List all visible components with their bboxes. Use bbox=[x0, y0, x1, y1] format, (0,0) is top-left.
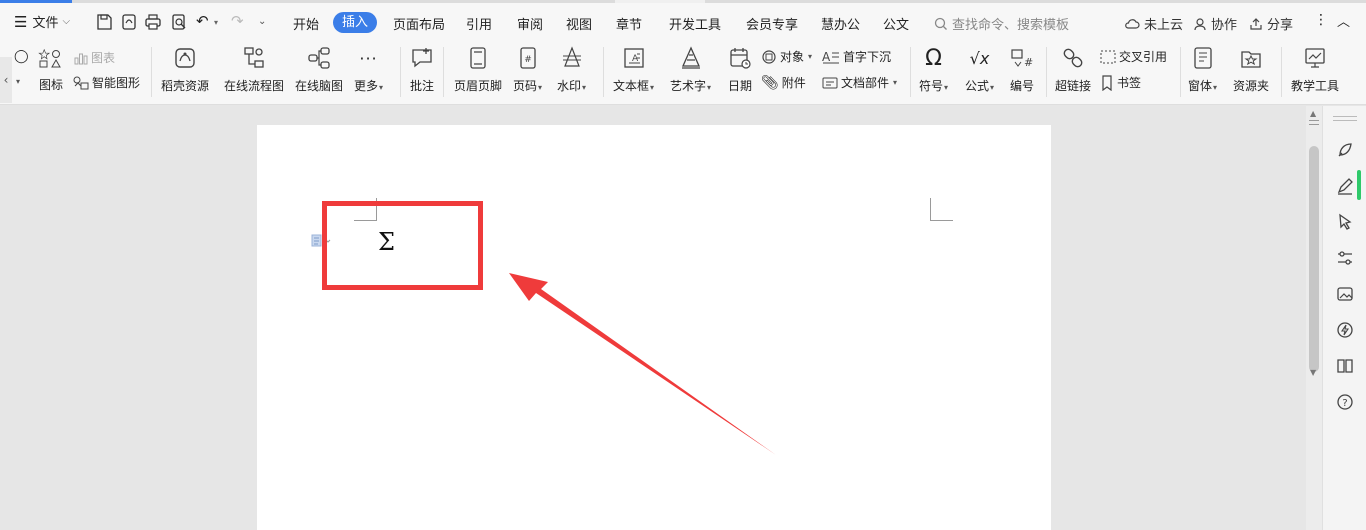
image-resource-icon[interactable] bbox=[1334, 283, 1356, 305]
select-cursor-icon[interactable] bbox=[1334, 211, 1356, 233]
rocket-icon[interactable] bbox=[1334, 139, 1356, 161]
scroll-divider bbox=[1309, 120, 1319, 121]
panel-grip bbox=[1333, 116, 1357, 117]
scroll-divider bbox=[1309, 124, 1319, 125]
book-read-icon[interactable] bbox=[1334, 355, 1356, 377]
scrollbar-thumb[interactable] bbox=[1309, 146, 1319, 372]
annotation-arrow bbox=[509, 273, 776, 455]
svg-text:?: ? bbox=[1342, 398, 1347, 409]
panel-grip bbox=[1333, 120, 1357, 121]
scroll-down-icon[interactable]: ▼ bbox=[1310, 368, 1316, 377]
scroll-up-icon[interactable]: ▲ bbox=[1310, 109, 1316, 118]
vertical-scrollbar[interactable]: ▲ ▼ bbox=[1306, 106, 1322, 530]
adjust-sliders-icon[interactable] bbox=[1334, 247, 1356, 269]
lightning-icon[interactable] bbox=[1334, 319, 1356, 341]
pen-edit-icon[interactable] bbox=[1334, 175, 1356, 197]
status-indicator bbox=[1357, 170, 1361, 200]
help-icon[interactable]: ? bbox=[1334, 391, 1356, 413]
